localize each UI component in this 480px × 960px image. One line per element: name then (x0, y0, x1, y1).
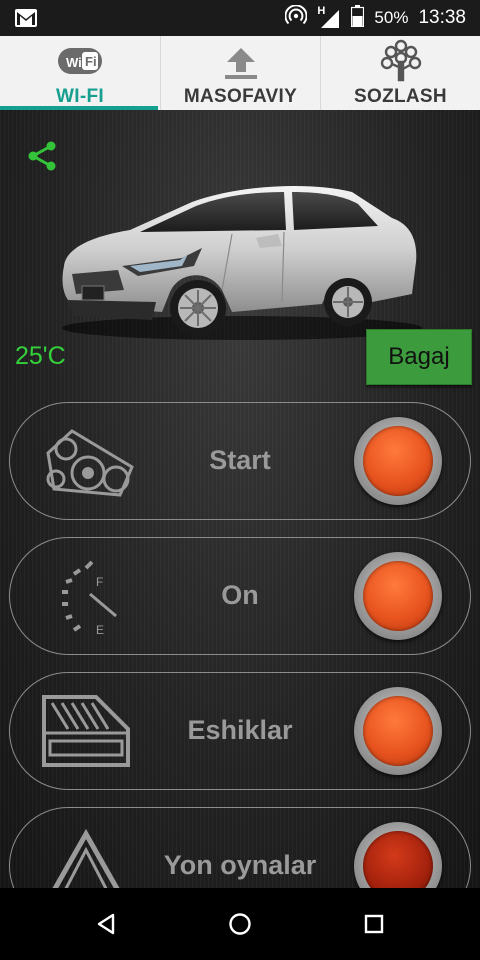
battery-icon (351, 4, 365, 32)
clock: 13:38 (418, 7, 466, 28)
start-control: Start (9, 402, 471, 520)
svg-text:Wi: Wi (66, 55, 82, 70)
warning-triangle-icon (36, 824, 136, 888)
svg-text:F: F (96, 575, 103, 589)
signal-icon: H (317, 5, 341, 29)
engine-belt-icon (36, 419, 136, 503)
doors-button[interactable] (354, 687, 442, 775)
tree-icon (378, 38, 424, 87)
hotspot-icon (284, 3, 309, 32)
tab-label: SOZLASH (354, 86, 447, 107)
temperature-readout: 25'C (15, 342, 66, 370)
on-button[interactable] (354, 552, 442, 640)
side-windows-button[interactable] (354, 822, 442, 888)
tab-label: WI-FI (56, 86, 104, 107)
on-control: FE On (9, 537, 471, 655)
tab-bar: Wi Fi WI-FI MASOFAVIY SOZLASH (0, 36, 480, 110)
back-icon[interactable] (86, 904, 126, 944)
fuel-gauge-icon: FE (36, 554, 136, 638)
status-bar: H 50% 13:38 (0, 0, 480, 36)
car-image (52, 162, 424, 349)
recents-icon[interactable] (354, 904, 394, 944)
control-label: Yon oynalar (163, 850, 317, 880)
navigation-bar (0, 888, 480, 960)
upload-arrow-icon (221, 44, 261, 85)
main-panel: 25'C Bagaj Start FE On Eshiklar Yon oyna… (0, 110, 480, 888)
svg-text:Fi: Fi (85, 54, 97, 69)
control-label: Eshiklar (187, 715, 293, 745)
battery-percent: 50% (374, 8, 409, 27)
wifi-icon: Wi Fi (57, 44, 103, 83)
home-icon[interactable] (220, 904, 260, 944)
trunk-button[interactable]: Bagaj (366, 329, 472, 385)
tab-sozlash[interactable]: SOZLASH (320, 36, 480, 110)
door-icon (36, 689, 136, 773)
svg-text:E: E (96, 623, 104, 637)
control-label: On (221, 580, 259, 610)
tab-label: MASOFAVIY (183, 86, 298, 107)
side-windows-control: Yon oynalar (9, 807, 471, 888)
tab-masofaviy[interactable]: MASOFAVIY (160, 36, 320, 110)
gmail-icon (14, 8, 38, 33)
doors-control: Eshiklar (9, 672, 471, 790)
control-label: Start (209, 445, 271, 475)
tab-wifi[interactable]: Wi Fi WI-FI (0, 36, 160, 110)
start-button[interactable] (354, 417, 442, 505)
